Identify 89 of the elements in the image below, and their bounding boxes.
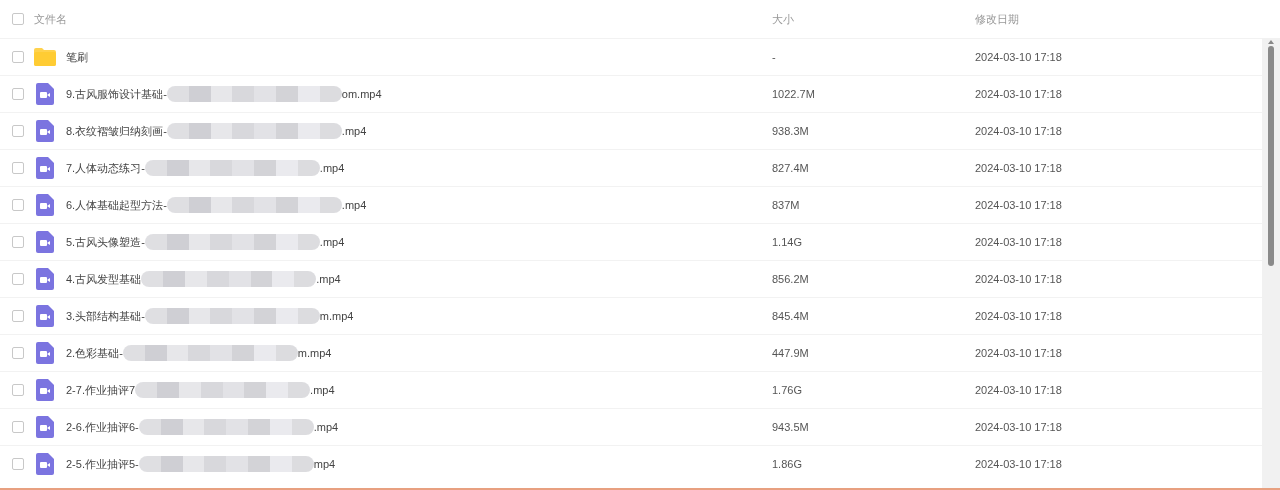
modified-date: 2024-03-10 17:18 — [975, 49, 1062, 65]
file-row[interactable]: 2.色彩基础- m.mp4 447.9M 2024-03-10 17:18 — [0, 334, 1262, 371]
file-name: .mp4 — [316, 271, 341, 287]
file-name: m.mp4 — [319, 308, 354, 324]
file-size: 447.9M — [772, 345, 810, 361]
file-name: mp4 — [313, 456, 336, 472]
modified-date: 2024-03-10 17:18 — [975, 86, 1062, 102]
modified-date: 2024-03-10 17:18 — [975, 271, 1062, 287]
checkbox[interactable] — [12, 51, 24, 63]
video-file-icon — [36, 453, 54, 475]
file-name: 2-7.作业抽评7 — [66, 382, 136, 398]
scroll-up-icon[interactable] — [1268, 40, 1274, 44]
modified-date: 2024-03-10 17:18 — [975, 419, 1062, 435]
file-name: 2-5.作业抽评5- — [66, 456, 139, 472]
file-row[interactable]: 8.衣纹褶皱归纳刻画- .mp4 938.3M 2024-03-10 17:18 — [0, 112, 1262, 149]
file-name: 4.古风发型基础 — [66, 271, 142, 287]
video-file-icon — [36, 268, 54, 290]
file-size: 856.2M — [772, 271, 810, 287]
file-name: 7.人体动态练习- — [66, 160, 145, 176]
file-size: 827.4M — [772, 160, 810, 176]
file-name: m.mp4 — [297, 345, 332, 361]
file-name: 6.人体基础起型方法- — [66, 197, 167, 213]
modified-date: 2024-03-10 17:18 — [975, 123, 1062, 139]
video-file-icon — [36, 379, 54, 401]
file-size: 938.3M — [772, 123, 810, 139]
checkbox[interactable] — [12, 13, 24, 25]
file-row[interactable]: 6.人体基础起型方法- .mp4 837M 2024-03-10 17:18 — [0, 186, 1262, 223]
file-row[interactable]: 笔刷 - 2024-03-10 17:18 — [0, 38, 1262, 75]
checkbox[interactable] — [12, 384, 24, 396]
file-name: .mp4 — [313, 419, 339, 435]
file-name: 笔刷 — [66, 49, 88, 65]
video-file-icon — [36, 231, 54, 253]
file-name: 9.古风服饰设计基础- — [66, 86, 167, 102]
video-file-icon — [36, 194, 54, 216]
column-header: 文件名 — [34, 11, 68, 27]
file-name: .mp4 — [319, 160, 345, 176]
file-size: 943.5M — [772, 419, 810, 435]
file-row[interactable]: 2-7.作业抽评7 .mp4 1.76G 2024-03-10 17:18 — [0, 371, 1262, 408]
file-name: 8.衣纹褶皱归纳刻画- — [66, 123, 167, 139]
file-name: 5.古风头像塑造- — [66, 234, 145, 250]
file-row[interactable]: 9.古风服饰设计基础- om.mp4 1022.7M 2024-03-10 17:18 — [0, 75, 1262, 112]
file-row[interactable]: 3.头部结构基础- m.mp4 845.4M 2024-03-10 17:18 — [0, 297, 1262, 334]
file-row[interactable]: 2-6.作业抽评6- .mp4 943.5M 2024-03-10 17:18 — [0, 408, 1262, 445]
modified-date: 2024-03-10 17:18 — [975, 160, 1062, 176]
video-file-icon — [36, 120, 54, 142]
video-file-icon — [36, 342, 54, 364]
checkbox[interactable] — [12, 273, 24, 285]
checkbox[interactable] — [12, 162, 24, 174]
checkbox[interactable] — [12, 199, 24, 211]
file-name: .mp4 — [319, 234, 345, 250]
video-file-icon — [36, 305, 54, 327]
file-row[interactable]: 2-5.作业抽评5- mp4 1.86G 2024-03-10 17:18 — [0, 445, 1262, 482]
modified-date: 2024-03-10 17:18 — [975, 234, 1062, 250]
checkbox[interactable] — [12, 347, 24, 359]
file-name: om.mp4 — [341, 86, 382, 102]
file-row[interactable]: 7.人体动态练习- .mp4 827.4M 2024-03-10 17:18 — [0, 149, 1262, 186]
file-name: 3.头部结构基础- — [66, 308, 145, 324]
file-name: 2.色彩基础- — [66, 345, 123, 361]
modified-date: 2024-03-10 17:18 — [975, 456, 1062, 472]
file-row[interactable]: 5.古风头像塑造- .mp4 1.14G 2024-03-10 17:18 — [0, 223, 1262, 260]
file-name: .mp4 — [310, 382, 335, 398]
file-size: - — [772, 49, 777, 65]
column-header: 修改日期 — [975, 11, 1019, 27]
file-name: .mp4 — [341, 197, 367, 213]
file-row[interactable]: 4.古风发型基础 .mp4 856.2M 2024-03-10 17:18 — [0, 260, 1262, 297]
checkbox[interactable] — [12, 458, 24, 470]
file-size: 837M — [772, 197, 801, 213]
video-file-icon — [36, 83, 54, 105]
checkbox[interactable] — [12, 421, 24, 433]
video-file-icon — [36, 157, 54, 179]
file-size: 1.14G — [772, 234, 803, 250]
checkbox[interactable] — [12, 236, 24, 248]
column-header: 大小 — [772, 11, 795, 27]
checkbox[interactable] — [12, 125, 24, 137]
folder-icon — [34, 48, 56, 66]
modified-date: 2024-03-10 17:18 — [975, 308, 1062, 324]
file-name: .mp4 — [341, 123, 367, 139]
file-size: 1.86G — [772, 456, 803, 472]
file-size: 1.76G — [772, 382, 803, 398]
modified-date: 2024-03-10 17:18 — [975, 345, 1062, 361]
file-size: 845.4M — [772, 308, 810, 324]
modified-date: 2024-03-10 17:18 — [975, 197, 1062, 213]
file-name: 2-6.作业抽评6- — [66, 419, 139, 435]
checkbox[interactable] — [12, 88, 24, 100]
video-file-icon — [36, 416, 54, 438]
file-size: 1022.7M — [772, 86, 816, 102]
modified-date: 2024-03-10 17:18 — [975, 382, 1062, 398]
checkbox[interactable] — [12, 310, 24, 322]
scrollbar[interactable] — [1262, 38, 1280, 488]
